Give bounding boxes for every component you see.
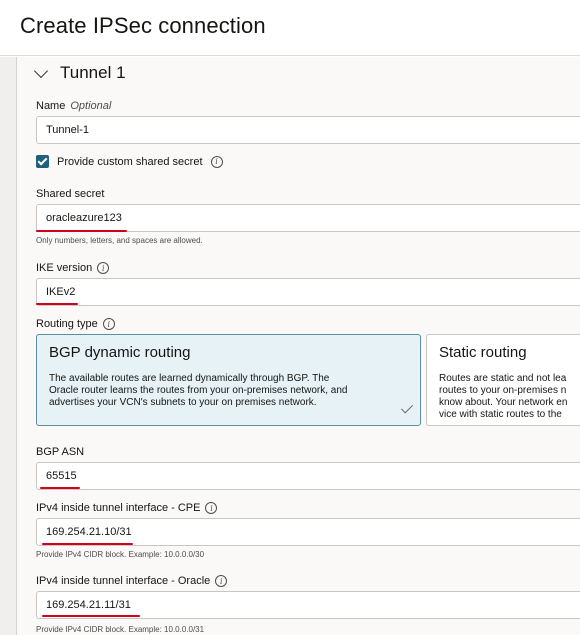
custom-secret-label: Provide custom shared secret <box>57 155 203 168</box>
ike-version-label: IKE version i <box>36 262 110 274</box>
highlight-underline <box>40 487 80 489</box>
ipv4-cpe-label: IPv4 inside tunnel interface - CPE i <box>36 502 218 514</box>
static-option-desc-line: routes to your on-premises n <box>439 385 567 396</box>
static-option-desc-line: know about. Your network en <box>439 397 568 408</box>
bgp-option-desc-line: advertises your VCN's subnets to your on… <box>49 397 317 408</box>
name-input[interactable]: Tunnel-1 <box>36 116 580 144</box>
ipv4-cpe-label-text: IPv4 inside tunnel interface - CPE <box>36 502 201 514</box>
ipv4-oracle-value: 169.254.21.11/31 <box>46 599 131 611</box>
title-bar: Create IPSec connection <box>0 0 580 56</box>
left-gutter <box>0 57 16 635</box>
highlight-underline <box>42 543 133 545</box>
highlight-underline <box>36 230 127 232</box>
shared-secret-value: oracleazure123 <box>46 212 122 224</box>
bgp-asn-input[interactable]: 65515 <box>36 462 580 490</box>
info-icon[interactable]: i <box>210 155 223 168</box>
ipv4-oracle-label: IPv4 inside tunnel interface - Oracle i <box>36 575 228 587</box>
static-option-title: Static routing <box>439 344 527 361</box>
static-routing-option[interactable]: Static routing Routes are static and not… <box>426 334 580 426</box>
shared-secret-label-text: Shared secret <box>36 188 105 200</box>
info-icon[interactable]: i <box>102 318 115 330</box>
ike-version-select[interactable]: IKEv2 <box>36 278 580 306</box>
info-icon[interactable]: i <box>97 262 110 274</box>
bgp-option-desc-line: The available routes are learned dynamic… <box>49 373 330 384</box>
name-input-value: Tunnel-1 <box>46 124 90 136</box>
ipv4-cpe-input[interactable]: 169.254.21.10/31 <box>36 518 580 546</box>
bgp-asn-label: BGP ASN <box>36 446 84 458</box>
name-label: Name Optional <box>36 100 111 112</box>
highlight-underline <box>42 615 140 617</box>
custom-secret-checkbox[interactable] <box>36 155 49 168</box>
shared-secret-label: Shared secret <box>36 188 104 200</box>
highlight-underline <box>36 303 78 305</box>
name-label-text: Name <box>36 100 66 112</box>
ike-version-label-text: IKE version <box>36 262 93 274</box>
routing-type-label-text: Routing type <box>36 318 98 330</box>
page-title: Create IPSec connection <box>20 13 266 38</box>
ipv4-oracle-label-text: IPv4 inside tunnel interface - Oracle <box>36 575 211 587</box>
info-icon[interactable]: i <box>205 502 218 514</box>
ipv4-oracle-hint: Provide IPv4 CIDR block. Example: 10.0.0… <box>36 625 205 634</box>
optional-tag: Optional <box>70 100 112 112</box>
tunnel-collapse-toggle[interactable]: Tunnel 1 <box>33 62 126 84</box>
bgp-option-title: BGP dynamic routing <box>49 344 191 361</box>
static-option-desc-line: vice with static routes to the <box>439 409 562 420</box>
bgp-asn-label-text: BGP ASN <box>36 446 85 458</box>
routing-type-label: Routing type i <box>36 318 115 330</box>
bgp-asn-value: 65515 <box>46 470 77 482</box>
chevron-down-icon <box>33 63 49 78</box>
shared-secret-input[interactable]: oracleazure123 <box>36 204 580 232</box>
static-option-desc-line: Routes are static and not lea <box>439 373 567 384</box>
ike-version-value: IKEv2 <box>46 286 76 298</box>
info-icon[interactable]: i <box>215 575 228 587</box>
shared-secret-hint: Only numbers, letters, and spaces are al… <box>36 236 203 245</box>
ipv4-cpe-hint: Provide IPv4 CIDR block. Example: 10.0.0… <box>36 550 205 559</box>
custom-secret-row: Provide custom shared secret i <box>36 155 223 168</box>
ipv4-cpe-value: 169.254.21.10/31 <box>46 526 132 538</box>
bgp-option-desc-line: Oracle router learns the routes from you… <box>49 385 348 396</box>
bgp-dynamic-routing-option[interactable]: BGP dynamic routing The available routes… <box>36 334 421 426</box>
tunnel-title: Tunnel 1 <box>60 63 126 82</box>
